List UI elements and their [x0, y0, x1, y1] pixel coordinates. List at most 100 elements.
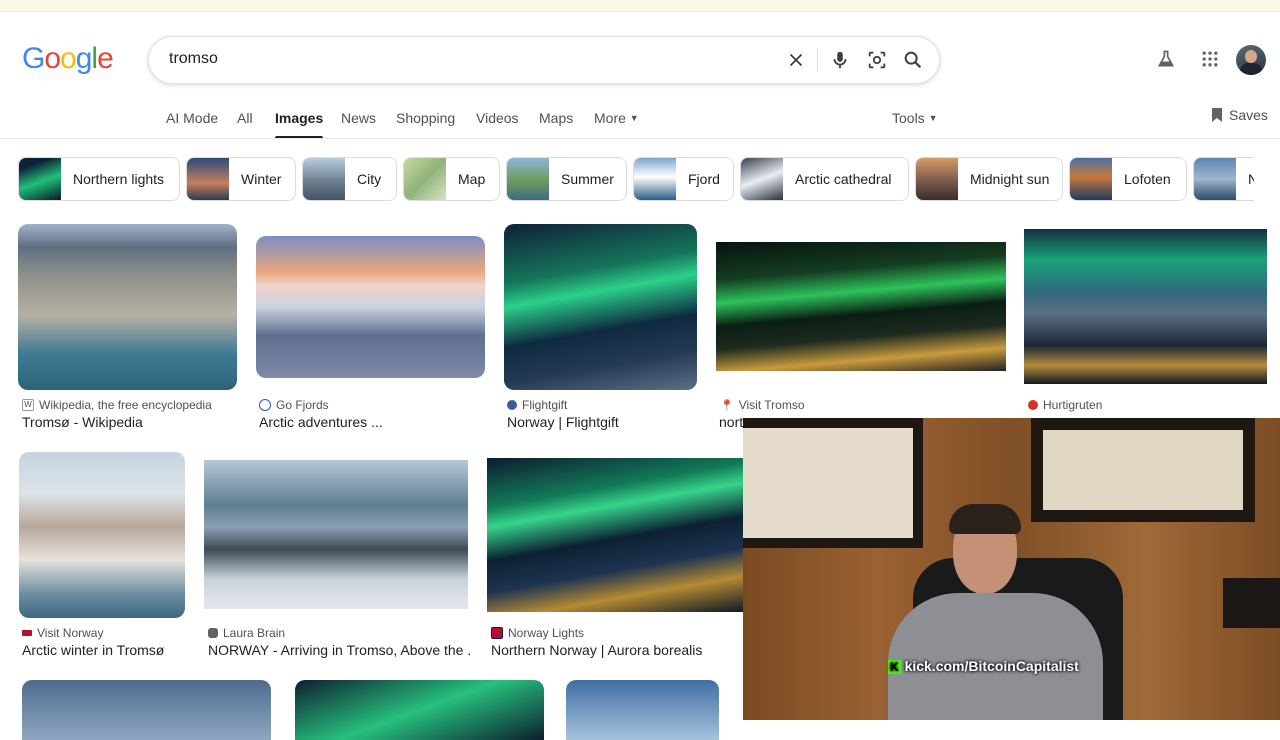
- chip-thumbnail: [634, 158, 676, 200]
- chip-more[interactable]: N: [1193, 157, 1254, 201]
- result-source: 📍 Visit Tromso: [720, 398, 805, 412]
- chip-lofoten[interactable]: Lofoten: [1069, 157, 1187, 201]
- chip-map[interactable]: Map: [403, 157, 500, 201]
- result-title[interactable]: NORWAY - Arriving in Tromso, Above the .…: [208, 642, 470, 658]
- lens-camera-icon[interactable]: [866, 49, 888, 71]
- saves-label: Saves: [1229, 107, 1268, 123]
- gofjords-favicon-icon: [259, 399, 271, 411]
- tab-news[interactable]: News: [341, 110, 376, 126]
- result-source: Norway Lights: [491, 626, 584, 640]
- kick-logo-icon: K: [888, 660, 901, 674]
- microphone-icon[interactable]: [829, 49, 851, 71]
- tab-more-label: More: [594, 110, 626, 126]
- result-image-row3-3[interactable]: [566, 680, 719, 740]
- result-source: W Wikipedia, the free encyclopedia: [22, 398, 212, 412]
- chip-thumbnail: [187, 158, 229, 200]
- result-title[interactable]: Arctic adventures ...: [259, 414, 485, 430]
- search-icon[interactable]: [902, 49, 924, 71]
- chip-city[interactable]: City: [302, 157, 397, 201]
- result-image-row3-2[interactable]: [295, 680, 544, 740]
- saves-button[interactable]: Saves: [1210, 107, 1268, 123]
- result-image-tromso-aerial[interactable]: [18, 224, 237, 390]
- caret-down-icon: ▼: [928, 113, 938, 123]
- apps-grid-icon[interactable]: [1200, 49, 1220, 69]
- google-logo[interactable]: Google: [22, 42, 114, 76]
- chip-winter[interactable]: Winter: [186, 157, 296, 201]
- result-title[interactable]: Northern Norway | Aurora borealis: [491, 642, 743, 658]
- result-title[interactable]: Norway | Flightgift: [507, 414, 697, 430]
- chip-thumbnail: [303, 158, 345, 200]
- tab-all[interactable]: All: [237, 110, 253, 126]
- tab-more[interactable]: More ▼: [594, 110, 639, 126]
- caret-down-icon: ▼: [629, 113, 639, 123]
- account-avatar[interactable]: [1236, 45, 1266, 75]
- chip-fjord[interactable]: Fjord: [633, 157, 734, 201]
- chip-thumbnail: [916, 158, 958, 200]
- chip-label: Northern lights: [73, 171, 165, 187]
- refinement-chips: Northern lights Winter City Map Summer F…: [18, 157, 1254, 201]
- location-pin-icon: 📍: [720, 399, 734, 412]
- result-image-arctic-winter[interactable]: [19, 452, 185, 618]
- chip-thumbnail: [507, 158, 549, 200]
- tab-ai-mode[interactable]: AI Mode: [166, 110, 218, 126]
- result-title[interactable]: Arctic winter in Tromsø: [22, 642, 188, 658]
- chip-northern-lights[interactable]: Northern lights: [18, 157, 180, 201]
- result-source: Go Fjords: [259, 398, 329, 412]
- webcam-overlay: K kick.com/BitcoinCapitalist: [743, 418, 1280, 720]
- chip-thumbnail: [741, 158, 783, 200]
- result-image-arctic-adventures[interactable]: [256, 236, 485, 378]
- tab-shopping[interactable]: Shopping: [396, 110, 455, 126]
- source-name: Hurtigruten: [1043, 398, 1103, 412]
- result-image-northern-norway[interactable]: [487, 458, 743, 612]
- source-name: Wikipedia, the free encyclopedia: [39, 398, 212, 412]
- chip-summer[interactable]: Summer: [506, 157, 627, 201]
- result-image-arriving-tromso[interactable]: [204, 460, 468, 609]
- chip-arctic-cathedral[interactable]: Arctic cathedral: [740, 157, 909, 201]
- tab-videos[interactable]: Videos: [476, 110, 519, 126]
- desk-object: [1223, 578, 1280, 628]
- picture-frame-right: [1031, 418, 1255, 522]
- result-title[interactable]: north...: [719, 414, 743, 430]
- tab-maps[interactable]: Maps: [539, 110, 573, 126]
- result-image-hurtigruten[interactable]: [1024, 229, 1267, 384]
- source-name: Flightgift: [522, 398, 568, 412]
- result-image-aurora-flightgift[interactable]: [504, 224, 697, 390]
- search-input[interactable]: [167, 49, 751, 69]
- person-body: [888, 593, 1103, 720]
- wikipedia-favicon-icon: W: [22, 399, 34, 411]
- source-name: Visit Norway: [37, 626, 104, 640]
- chip-label: Summer: [561, 171, 614, 187]
- hurtigruten-favicon-icon: [1028, 400, 1038, 410]
- search-box: [148, 36, 940, 84]
- chip-label: Midnight sun: [970, 171, 1050, 187]
- result-source: Hurtigruten: [1028, 398, 1102, 412]
- result-image-visit-tromso[interactable]: [716, 242, 1006, 371]
- labs-flask-icon[interactable]: [1156, 49, 1176, 69]
- result-source: Laura Brain: [208, 626, 285, 640]
- result-title[interactable]: Tromsø - Wikipedia: [22, 414, 237, 430]
- flightgift-favicon-icon: [507, 400, 517, 410]
- tabs-divider: [0, 138, 1280, 139]
- clear-icon[interactable]: [785, 49, 807, 71]
- bookmark-icon: [1212, 108, 1222, 122]
- tab-images[interactable]: Images: [275, 110, 324, 139]
- tools-button[interactable]: Tools ▼: [892, 110, 938, 126]
- tools-label: Tools: [892, 110, 925, 126]
- source-name: Laura Brain: [223, 626, 286, 640]
- chip-thumbnail: [1070, 158, 1112, 200]
- chip-midnight-sun[interactable]: Midnight sun: [915, 157, 1063, 201]
- chip-thumbnail: [19, 158, 61, 200]
- source-name: Norway Lights: [508, 626, 585, 640]
- result-source: Flightgift: [507, 398, 567, 412]
- chip-label: Fjord: [688, 171, 720, 187]
- picture-frame-left: [743, 418, 923, 548]
- chip-label: Arctic cathedral: [795, 171, 892, 187]
- stream-watermark: K kick.com/BitcoinCapitalist: [888, 658, 1079, 674]
- chip-label: N: [1248, 171, 1254, 187]
- chip-thumbnail: [1194, 158, 1236, 200]
- chip-label: Lofoten: [1124, 171, 1171, 187]
- chip-label: Winter: [241, 171, 282, 187]
- result-image-row3-1[interactable]: [22, 680, 271, 740]
- source-name: Visit Tromso: [738, 398, 805, 412]
- laurabrain-favicon-icon: [208, 628, 218, 638]
